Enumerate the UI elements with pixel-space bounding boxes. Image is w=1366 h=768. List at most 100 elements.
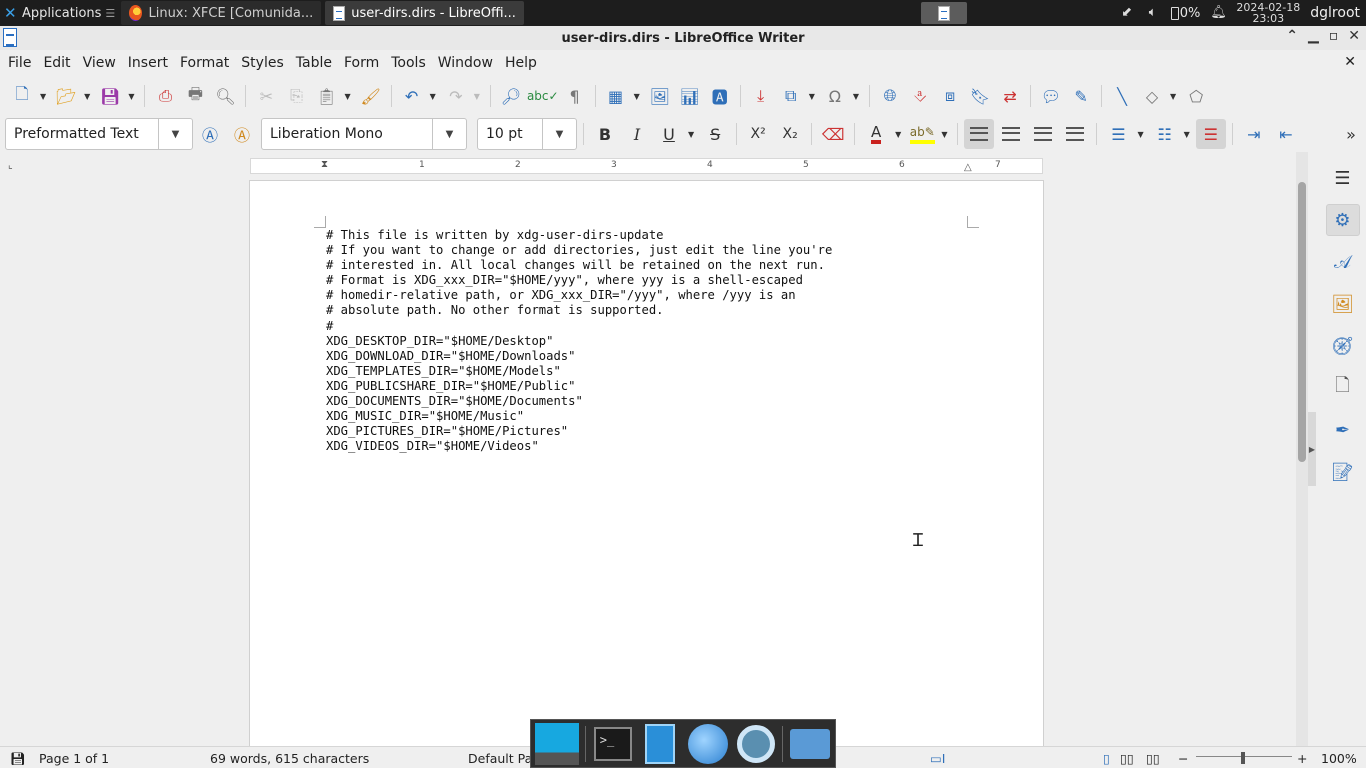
document-text[interactable]: # This file is written by xdg-user-dirs-…: [326, 228, 832, 454]
no-list-icon[interactable]: ☰: [1195, 119, 1226, 149]
find-replace-icon[interactable]: 🔎︎: [497, 82, 525, 110]
menu-form[interactable]: Form: [338, 55, 385, 71]
document-line[interactable]: XDG_VIDEOS_DIR="$HOME/Videos": [326, 439, 832, 454]
subscript-button[interactable]: X₂: [775, 119, 805, 149]
vertical-scrollbar[interactable]: [1296, 152, 1308, 746]
tab-stop-selector[interactable]: ⌞: [8, 160, 13, 171]
left-indent-marker[interactable]: ⧗: [321, 159, 328, 170]
special-character-icon[interactable]: Ω: [821, 82, 849, 110]
copy-icon[interactable]: ⎘: [282, 82, 310, 110]
superscript-button[interactable]: X²: [743, 119, 773, 149]
menu-table[interactable]: Table: [290, 55, 338, 71]
page-count[interactable]: Page 1 of 1: [39, 751, 109, 766]
redo-dropdown-icon[interactable]: ▼: [474, 92, 480, 101]
print-icon[interactable]: 🖶︎: [181, 82, 209, 110]
dock-show-desktop[interactable]: [535, 722, 579, 766]
navigator-icon[interactable]: 🧭︎: [1326, 330, 1360, 362]
ordered-list-dropdown-icon[interactable]: ▼: [1184, 130, 1190, 139]
chevron-down-icon[interactable]: ▼: [542, 119, 576, 149]
italic-button[interactable]: I: [622, 119, 652, 149]
applications-menu-button[interactable]: ✕ Applications ☰: [0, 0, 121, 26]
unordered-list-icon[interactable]: ☰: [1103, 119, 1133, 149]
document-line[interactable]: XDG_DOWNLOAD_DIR="$HOME/Downloads": [326, 349, 832, 364]
zoom-level[interactable]: 100%: [1321, 751, 1357, 766]
document-page[interactable]: # This file is written by xdg-user-dirs-…: [249, 180, 1044, 746]
align-left-button[interactable]: [964, 119, 995, 149]
paragraph-style-combo[interactable]: Preformatted Text ▼: [5, 118, 193, 150]
writer-app-icon[interactable]: [3, 28, 17, 47]
minimize-button[interactable]: ▁: [1308, 28, 1319, 44]
undo-icon[interactable]: ↶: [398, 82, 426, 110]
scrollbar-thumb[interactable]: [1298, 182, 1306, 462]
font-color-button[interactable]: A: [861, 119, 891, 149]
menu-format[interactable]: Format: [174, 55, 235, 71]
insert-textbox-icon[interactable]: 🅰︎: [706, 82, 734, 110]
bold-button[interactable]: B: [590, 119, 620, 149]
menu-view[interactable]: View: [77, 55, 122, 71]
dock-app-finder[interactable]: [735, 722, 777, 766]
font-name-combo[interactable]: Liberation Mono ▼: [261, 118, 467, 150]
undo-dropdown-icon[interactable]: ▼: [430, 92, 436, 101]
align-center-button[interactable]: [996, 119, 1026, 149]
endnote-icon[interactable]: ⧈: [936, 82, 964, 110]
document-line[interactable]: XDG_TEMPLATES_DIR="$HOME/Models": [326, 364, 832, 379]
font-size-combo[interactable]: 10 pt ▼: [477, 118, 577, 150]
window-titlebar[interactable]: user-dirs.dirs - LibreOffice Writer ⌃ ▁ …: [0, 26, 1366, 50]
underline-button[interactable]: U: [654, 119, 684, 149]
update-style-icon[interactable]: Ⓐ: [195, 119, 225, 149]
styles-icon[interactable]: 𝒜: [1326, 246, 1360, 278]
ordered-list-icon[interactable]: ☷: [1150, 119, 1180, 149]
clone-formatting-icon[interactable]: 🖌︎: [357, 82, 385, 110]
close-document-icon[interactable]: ✕: [1344, 54, 1356, 70]
insert-field-icon[interactable]: ⧉: [777, 82, 805, 110]
document-line[interactable]: XDG_DOCUMENTS_DIR="$HOME/Documents": [326, 394, 832, 409]
clock[interactable]: 2024-02-18 23:03: [1236, 2, 1300, 24]
gallery-icon[interactable]: 🖼︎: [1326, 288, 1360, 320]
manage-changes-icon[interactable]: 📝︎: [1326, 456, 1360, 488]
book-view-icon[interactable]: ▯▯: [1146, 751, 1160, 766]
open-folder-icon[interactable]: 📂︎: [52, 82, 80, 110]
menu-insert[interactable]: Insert: [122, 55, 174, 71]
close-window-button[interactable]: ✕: [1348, 28, 1360, 44]
print-preview-icon[interactable]: 🔍︎: [211, 82, 239, 110]
style-inspector-icon[interactable]: ✒: [1326, 414, 1360, 446]
page-break-icon[interactable]: ⤓: [747, 82, 775, 110]
menu-window[interactable]: Window: [432, 55, 499, 71]
more-options-icon[interactable]: »: [1336, 119, 1366, 149]
export-pdf-icon[interactable]: ⎙: [151, 82, 179, 110]
page-style[interactable]: Default Pa: [468, 751, 532, 766]
shapes-dropdown-icon[interactable]: ▼: [1170, 92, 1176, 101]
taskbar-item-writer[interactable]: user-dirs.dirs - LibreOffi...: [325, 1, 524, 25]
properties-icon[interactable]: ⚙: [1325, 204, 1360, 236]
document-line[interactable]: XDG_MUSIC_DIR="$HOME/Music": [326, 409, 832, 424]
document-line[interactable]: #: [326, 319, 832, 334]
formatting-marks-icon[interactable]: ¶: [561, 82, 589, 110]
save-dropdown-icon[interactable]: ▼: [128, 92, 134, 101]
battery-indicator[interactable]: 0%: [1170, 6, 1200, 21]
spelling-icon[interactable]: abc✓: [527, 82, 559, 110]
highlight-dropdown-icon[interactable]: ▼: [941, 130, 947, 139]
document-line[interactable]: XDG_DESKTOP_DIR="$HOME/Desktop": [326, 334, 832, 349]
paste-icon[interactable]: 📋︎: [312, 82, 340, 110]
chevron-down-icon[interactable]: ▼: [432, 119, 466, 149]
network-icon[interactable]: ⬋: [1119, 6, 1135, 20]
taskbar-item-firefox[interactable]: Linux: XFCE [Comunida...: [121, 1, 322, 25]
insert-chart-icon[interactable]: 📊︎: [676, 82, 704, 110]
underline-dropdown-icon[interactable]: ▼: [688, 130, 694, 139]
dock-terminal[interactable]: >_: [592, 722, 634, 766]
new-dropdown-icon[interactable]: ▼: [40, 92, 46, 101]
page-icon[interactable]: 🗋︎: [1326, 372, 1360, 404]
multi-page-view-icon[interactable]: ▯▯: [1120, 751, 1134, 766]
word-count[interactable]: 69 words, 615 characters: [210, 751, 369, 766]
decrease-indent-icon[interactable]: ⇤: [1271, 119, 1301, 149]
chevron-down-icon[interactable]: ▼: [158, 119, 192, 149]
menu-tools[interactable]: Tools: [385, 55, 432, 71]
document-line[interactable]: # Format is XDG_xxx_DIR="$HOME/yyy", whe…: [326, 273, 832, 288]
menu-file[interactable]: File: [2, 55, 37, 71]
document-line[interactable]: # This file is written by xdg-user-dirs-…: [326, 228, 832, 243]
footnote-icon[interactable]: ⎀: [906, 82, 934, 110]
new-style-icon[interactable]: Ⓐ: [227, 119, 257, 149]
redo-icon[interactable]: ↷: [442, 82, 470, 110]
dock-file-manager[interactable]: [640, 722, 682, 766]
menu-styles[interactable]: Styles: [235, 55, 289, 71]
